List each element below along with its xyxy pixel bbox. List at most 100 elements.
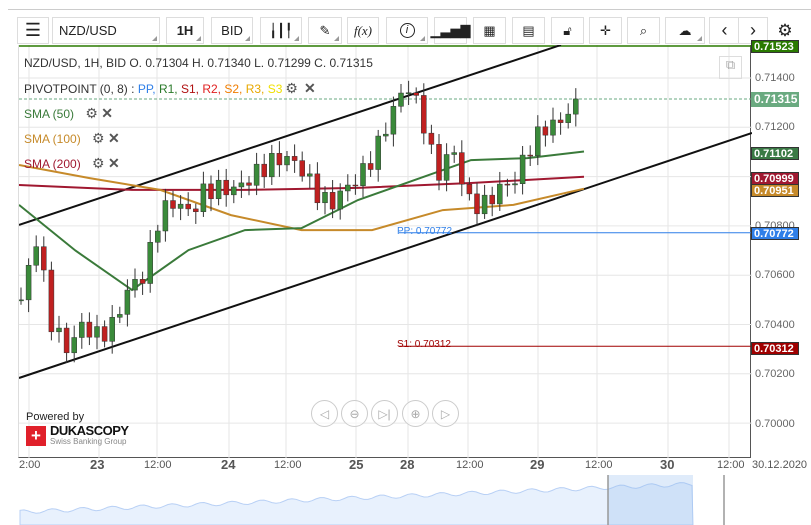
pivot-item-r2: R2, bbox=[202, 81, 225, 96]
reset-end-button[interactable]: ▷| bbox=[371, 400, 398, 427]
chart-area[interactable]: ⧉ bbox=[18, 45, 752, 458]
scroll-back-button[interactable]: ◁ bbox=[311, 400, 338, 427]
pivot-item-s3: S3 bbox=[267, 81, 283, 96]
candle bbox=[322, 192, 328, 204]
candle bbox=[25, 264, 32, 301]
candle bbox=[443, 154, 450, 181]
candle bbox=[329, 192, 336, 210]
pencil-icon: ✎ bbox=[319, 22, 331, 38]
candle bbox=[253, 163, 260, 186]
gear-icon[interactable]: ⚙ bbox=[85, 105, 98, 121]
hamburger-icon: ☰ bbox=[24, 20, 42, 40]
candle bbox=[474, 193, 480, 215]
candle bbox=[41, 246, 47, 271]
candle bbox=[86, 321, 93, 338]
price-plot bbox=[19, 45, 752, 458]
candle bbox=[398, 92, 404, 107]
navigator-overview[interactable] bbox=[0, 475, 811, 525]
candle bbox=[215, 179, 222, 200]
candle bbox=[238, 182, 245, 188]
candle bbox=[79, 321, 85, 338]
close-icon[interactable]: ✕ bbox=[108, 155, 120, 171]
candle bbox=[94, 326, 100, 338]
time-tick: 28 bbox=[400, 457, 415, 472]
gear-icon[interactable]: ⚙ bbox=[92, 130, 105, 146]
candle bbox=[307, 173, 313, 177]
price-tick: 0.71200 bbox=[755, 121, 795, 133]
s1-line-label: S1: 0.70312 bbox=[397, 339, 451, 350]
candle bbox=[504, 183, 511, 186]
chart-type-button[interactable]: ╽┃╿ bbox=[260, 17, 302, 44]
candle bbox=[33, 246, 39, 266]
navigator-selection[interactable] bbox=[608, 475, 693, 525]
symbol-select[interactable]: NZD/USD bbox=[52, 17, 160, 44]
date-label: 30.12.2020 bbox=[752, 459, 808, 471]
candle bbox=[193, 208, 199, 212]
timeframe-label: 1H bbox=[176, 23, 194, 38]
scroll-left-button[interactable]: ‹ bbox=[709, 17, 739, 44]
side-select[interactable]: BID bbox=[211, 17, 253, 44]
price-tick: 0.70200 bbox=[755, 368, 795, 380]
crosshair-button[interactable]: ✛ bbox=[589, 17, 622, 44]
sma50-legend: SMA (50) ⚙ ✕ bbox=[24, 105, 113, 122]
candle bbox=[337, 190, 343, 210]
magnifier-icon: ⌕ bbox=[639, 22, 648, 38]
sma200-label: SMA (200) bbox=[24, 157, 81, 171]
sma100-price-label: 0.70951 bbox=[751, 184, 799, 197]
candle bbox=[573, 98, 579, 115]
candle bbox=[413, 92, 419, 96]
lock-button[interactable]: 🔓︎ bbox=[551, 17, 584, 44]
pivot-item-pp: PP, bbox=[137, 81, 159, 96]
candle bbox=[421, 95, 427, 134]
candle bbox=[170, 200, 176, 209]
time-tick: 29 bbox=[530, 457, 545, 472]
candle bbox=[117, 314, 123, 318]
draw-button[interactable]: ✎ bbox=[308, 17, 342, 44]
candle bbox=[185, 203, 191, 210]
gear-icon[interactable]: ⚙ bbox=[285, 80, 298, 97]
zoom-out-button[interactable]: ⊖ bbox=[341, 400, 368, 427]
scroll-forward-button[interactable]: ▷ bbox=[432, 400, 459, 427]
time-tick: 12:00 bbox=[717, 459, 745, 471]
pivot-item-s2: S2, bbox=[224, 81, 246, 96]
detach-button[interactable]: ⧉ bbox=[719, 56, 742, 79]
candle bbox=[139, 279, 146, 284]
gear-icon[interactable]: ⚙ bbox=[92, 155, 105, 171]
candle bbox=[481, 194, 488, 215]
candle bbox=[155, 230, 161, 243]
channel-lower-line bbox=[19, 132, 752, 379]
pivot-name: PIVOTPOINT (0, 8) bbox=[24, 81, 128, 96]
pivot-separator: : bbox=[127, 81, 138, 96]
volume-button[interactable]: ▁▃▅▇ bbox=[431, 17, 471, 44]
candle bbox=[383, 133, 389, 137]
candle bbox=[565, 113, 571, 123]
side-label: BID bbox=[221, 23, 243, 38]
candle bbox=[459, 152, 465, 185]
price-tick: 0.70000 bbox=[755, 418, 795, 430]
timeframe-select[interactable]: 1H bbox=[166, 17, 204, 44]
close-icon[interactable]: ✕ bbox=[101, 105, 113, 121]
menu-button[interactable]: ☰ bbox=[17, 17, 49, 44]
candle bbox=[48, 269, 55, 333]
chevron-right-icon: › bbox=[750, 20, 756, 40]
price-tick: 0.70400 bbox=[755, 319, 795, 331]
report-button[interactable]: ▤ bbox=[512, 17, 545, 44]
candle bbox=[63, 327, 70, 354]
candle bbox=[436, 144, 442, 181]
s1-price-label: 0.70312 bbox=[751, 342, 799, 355]
upload-button[interactable]: ☁ bbox=[665, 17, 705, 44]
calendar-button[interactable]: ▦ bbox=[473, 17, 506, 44]
zoom-in-button[interactable]: ⊕ bbox=[402, 400, 429, 427]
zoom-button[interactable]: ⌕ bbox=[627, 17, 660, 44]
candle bbox=[19, 299, 24, 302]
info-button[interactable]: i bbox=[386, 17, 428, 44]
close-icon[interactable]: ✕ bbox=[108, 130, 120, 146]
candle bbox=[261, 163, 267, 178]
pivot-item-r1: R1, bbox=[158, 81, 181, 96]
sma100-legend: SMA (100) ⚙ ✕ bbox=[24, 130, 120, 147]
info-icon: i bbox=[399, 23, 415, 38]
candle bbox=[405, 92, 412, 94]
indicators-button[interactable]: f(x) bbox=[347, 17, 379, 44]
close-icon[interactable]: ✕ bbox=[304, 80, 316, 97]
ohlc-legend: NZD/USD, 1H, BID O. 0.71304 H. 0.71340 L… bbox=[24, 56, 373, 70]
